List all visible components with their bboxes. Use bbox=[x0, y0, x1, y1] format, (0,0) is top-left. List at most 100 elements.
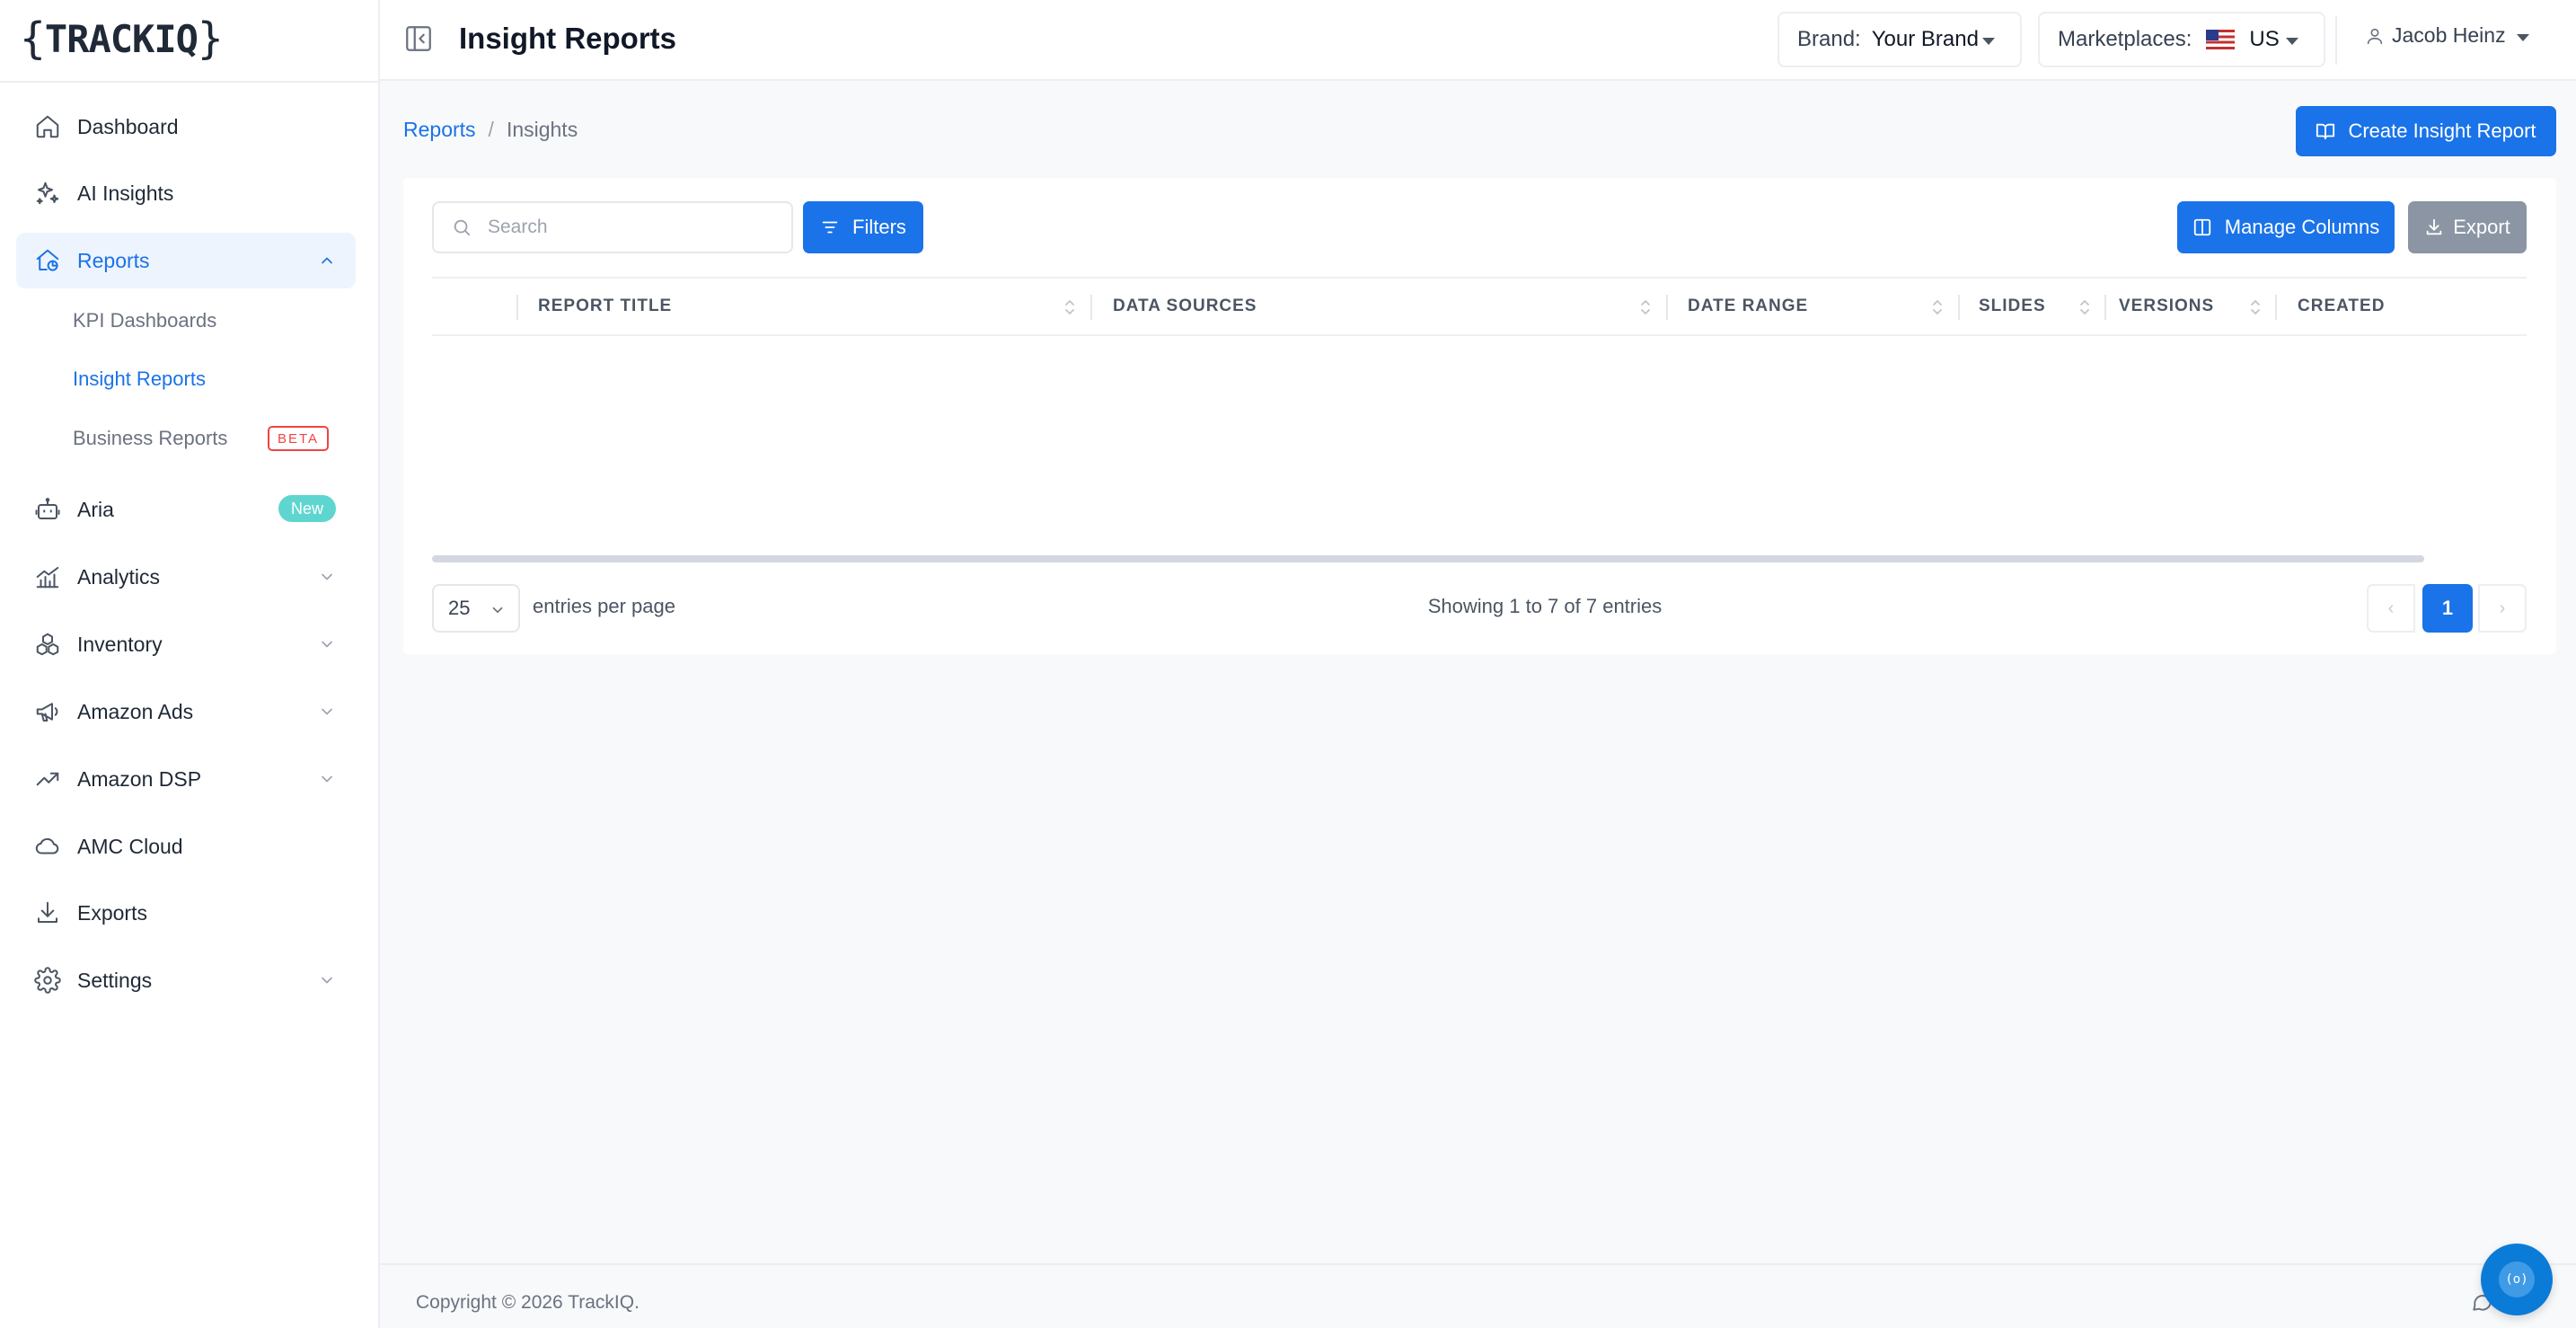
column-header-label: REPORT TITLE bbox=[538, 297, 673, 315]
breadcrumb: Reports / Insights bbox=[403, 118, 578, 142]
filters-button[interactable]: Filters bbox=[803, 201, 923, 253]
user-name: Jacob Heinz bbox=[2392, 23, 2506, 47]
sparkles-icon bbox=[32, 178, 63, 208]
sort-icon bbox=[1933, 300, 1942, 314]
beta-badge: BETA bbox=[268, 426, 329, 451]
column-header-label: DATA SOURCES bbox=[1113, 297, 1257, 315]
download-icon bbox=[32, 898, 63, 928]
sort-icon bbox=[1065, 300, 1074, 314]
breadcrumb-separator: / bbox=[488, 118, 494, 141]
sidebar-item-amazon-ads[interactable]: Amazon Ads bbox=[16, 684, 356, 739]
column-header-slides[interactable]: SLIDES bbox=[1979, 279, 2104, 334]
create-insight-report-button[interactable]: Create Insight Report bbox=[2296, 106, 2556, 156]
sidebar-item-inventory[interactable]: Inventory bbox=[16, 616, 356, 672]
marketplace-value: US bbox=[2249, 27, 2280, 51]
robot-icon bbox=[32, 494, 63, 525]
column-divider bbox=[516, 295, 518, 320]
chevron-down-icon bbox=[322, 775, 332, 783]
filters-button-label: Filters bbox=[852, 216, 906, 238]
column-header-data-sources[interactable]: DATA SOURCES bbox=[1113, 279, 1665, 334]
export-button[interactable]: Export bbox=[2408, 201, 2527, 253]
chevron-left-icon: ‹ bbox=[2387, 598, 2395, 618]
logo-brace-close: } bbox=[197, 13, 224, 64]
sidebar-item-label: Settings bbox=[77, 968, 153, 992]
manage-columns-button[interactable]: Manage Columns bbox=[2177, 201, 2395, 253]
column-header-label: VERSIONS bbox=[2119, 297, 2215, 315]
header-divider bbox=[2335, 16, 2337, 65]
sidebar-item-analytics[interactable]: Analytics bbox=[16, 549, 356, 605]
us-flag-icon bbox=[2206, 30, 2236, 49]
sidebar-item-amc-cloud[interactable]: AMC Cloud bbox=[16, 819, 356, 874]
search-icon bbox=[454, 219, 471, 236]
sidebar-collapse-icon[interactable] bbox=[403, 23, 434, 54]
chevron-down-icon bbox=[322, 641, 332, 648]
sidebar-item-aria[interactable]: Aria New bbox=[16, 482, 356, 537]
sidebar-item-exports[interactable]: Exports bbox=[16, 885, 356, 941]
sidebar-item-label: Dashboard bbox=[77, 114, 179, 138]
column-header-versions[interactable]: VERSIONS bbox=[2119, 279, 2275, 334]
breadcrumb-reports-link[interactable]: Reports bbox=[403, 118, 476, 142]
user-menu[interactable]: Jacob Heinz bbox=[2365, 23, 2529, 48]
column-divider bbox=[2104, 295, 2106, 320]
column-header-date-range[interactable]: DATE RANGE bbox=[1688, 279, 1957, 334]
search-field[interactable] bbox=[432, 201, 793, 253]
entries-per-page-label: entries per page bbox=[533, 595, 675, 617]
sidebar-item-settings[interactable]: Settings bbox=[16, 952, 356, 1008]
sidebar-item-ai-insights[interactable]: AI Insights bbox=[16, 165, 356, 221]
column-header-label: SLIDES bbox=[1979, 297, 2046, 315]
sort-icon bbox=[1641, 300, 1650, 314]
chat-assistant-button[interactable]: (o) bbox=[2481, 1244, 2553, 1315]
column-header-created[interactable]: CREATED bbox=[2298, 279, 2495, 334]
logo-brace-open: { bbox=[20, 13, 46, 64]
sidebar-sub-insight-reports[interactable]: Insight Reports bbox=[73, 367, 206, 391]
brand-label: Brand: bbox=[1797, 27, 1861, 51]
horizontal-scrollbar[interactable] bbox=[432, 555, 2424, 562]
pagination-prev-button[interactable]: ‹ bbox=[2367, 584, 2415, 633]
entries-per-page-select[interactable]: 25 bbox=[432, 584, 520, 633]
trackiq-logo[interactable]: {TRACKIQ} bbox=[20, 13, 224, 64]
page-footer: Copyright © 2026 TrackIQ. bbox=[380, 1263, 2576, 1328]
column-header-report-title[interactable]: REPORT TITLE bbox=[538, 279, 1090, 334]
copyright-text: Copyright © 2026 TrackIQ. bbox=[416, 1292, 640, 1313]
chevron-down-icon bbox=[322, 708, 332, 715]
pagination-next-button[interactable]: › bbox=[2478, 584, 2527, 633]
caret-down-icon bbox=[2516, 33, 2529, 41]
filter-lines-icon bbox=[822, 221, 838, 234]
column-divider bbox=[1090, 295, 1092, 320]
sidebar-item-reports[interactable]: Reports bbox=[16, 233, 356, 288]
sidebar-item-amazon-dsp[interactable]: Amazon DSP bbox=[16, 751, 356, 807]
home-icon bbox=[32, 111, 63, 142]
column-header-label: CREATED bbox=[2298, 297, 2386, 315]
sidebar-item-label: Aria bbox=[77, 497, 114, 521]
reports-icon bbox=[32, 245, 63, 276]
export-button-label: Export bbox=[2453, 216, 2510, 238]
sidebar-item-label: AMC Cloud bbox=[77, 834, 183, 858]
download-icon bbox=[2426, 218, 2442, 235]
breadcrumb-current: Insights bbox=[506, 118, 578, 141]
marketplace-label: Marketplaces: bbox=[2058, 27, 2192, 51]
sidebar-sub-business-reports[interactable]: Business Reports bbox=[73, 427, 227, 450]
chevron-down-icon bbox=[322, 977, 332, 984]
sidebar-item-label: AI Insights bbox=[77, 181, 174, 205]
logo-text: TRACKIQ bbox=[44, 16, 198, 61]
chevron-up-icon bbox=[322, 257, 332, 264]
sidebar-item-dashboard[interactable]: Dashboard bbox=[16, 99, 356, 155]
user-icon bbox=[2367, 28, 2383, 44]
new-badge: New bbox=[278, 495, 336, 522]
sidebar-item-label: Inventory bbox=[77, 632, 163, 656]
search-input[interactable] bbox=[488, 217, 775, 238]
entries-count-text: Showing 1 to 7 of 7 entries bbox=[1427, 595, 1663, 617]
sidebar-item-label: Analytics bbox=[77, 564, 161, 589]
per-page-value: 25 bbox=[448, 597, 471, 619]
broadcast-icon: (o) bbox=[2499, 1262, 2535, 1297]
brand-selector[interactable]: Brand: Your Brand bbox=[1778, 12, 2022, 67]
caret-down-icon bbox=[2286, 38, 2298, 45]
pagination-page-1[interactable]: 1 bbox=[2422, 584, 2473, 633]
sidebar-item-label: Amazon DSP bbox=[77, 766, 202, 791]
marketplace-selector[interactable]: Marketplaces: US bbox=[2038, 12, 2325, 67]
reports-table-card: Filters Manage Columns Export REPORT TIT… bbox=[403, 178, 2556, 654]
sidebar-sub-kpi-dashboards[interactable]: KPI Dashboards bbox=[73, 309, 216, 332]
sort-icon bbox=[2251, 300, 2260, 314]
sidebar-divider bbox=[0, 81, 380, 83]
columns-icon bbox=[2193, 218, 2210, 236]
